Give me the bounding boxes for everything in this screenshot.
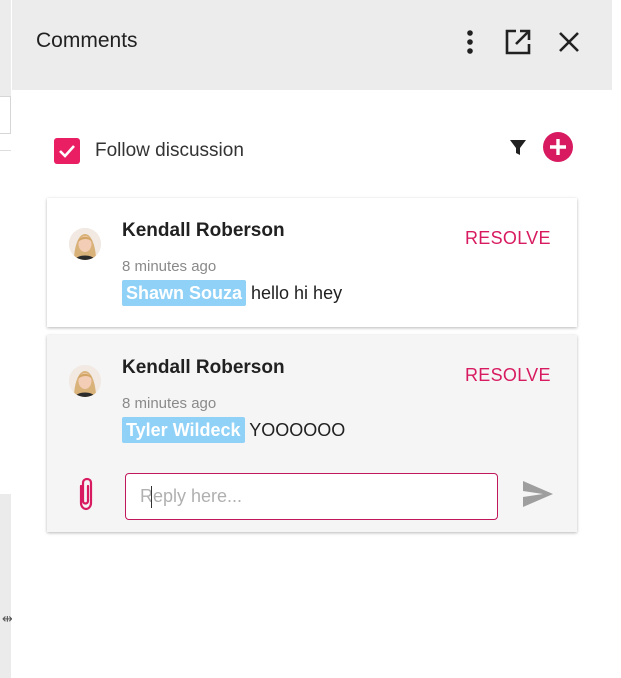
filter-icon[interactable] [506,136,530,160]
editor-bottom-edge [0,494,11,678]
attachment-icon[interactable] [74,476,98,512]
text-cursor [151,486,152,508]
comment-text: Shawn Souza hello hi hey [122,280,343,306]
open-external-icon[interactable] [504,28,532,56]
send-icon[interactable] [521,479,555,509]
comments-panel: Comments Follow discussion Kendall Rober… [12,0,621,678]
editor-toolbar-edge [0,0,11,96]
editor-field-edge [0,96,11,134]
avatar [69,365,101,397]
resolve-button[interactable]: RESOLVE [465,365,551,386]
comment-timestamp: 8 minutes ago [122,258,217,275]
comment-timestamp: 8 minutes ago [122,395,217,412]
panel-title: Comments [36,29,138,52]
user-mention[interactable]: Tyler Wildeck [122,417,245,443]
editor-divider [0,150,11,151]
comment-author: Kendall Roberson [122,220,285,241]
more-vertical-icon[interactable] [456,28,484,56]
comment-body: hello hi hey [246,283,343,303]
follow-discussion-checkbox[interactable] [54,138,80,164]
comment-card: Kendall Roberson 8 minutes ago Shawn Sou… [47,198,577,327]
comment-card: Kendall Roberson 8 minutes ago Tyler Wil… [47,335,577,532]
user-mention[interactable]: Shawn Souza [122,280,247,306]
comment-body: YOOOOOO [244,420,346,440]
checkmark-icon [59,145,75,158]
follow-discussion-row: Follow discussion [54,132,574,168]
comment-text: Tyler Wildeck YOOOOOO [122,417,346,443]
close-icon[interactable] [555,28,583,56]
panel-header: Comments [12,0,612,90]
avatar [69,228,101,260]
reply-input[interactable] [125,473,498,520]
add-comment-icon[interactable] [542,131,574,163]
resolve-button[interactable]: RESOLVE [465,228,551,249]
comment-author: Kendall Roberson [122,357,285,378]
follow-discussion-label: Follow discussion [95,140,244,161]
